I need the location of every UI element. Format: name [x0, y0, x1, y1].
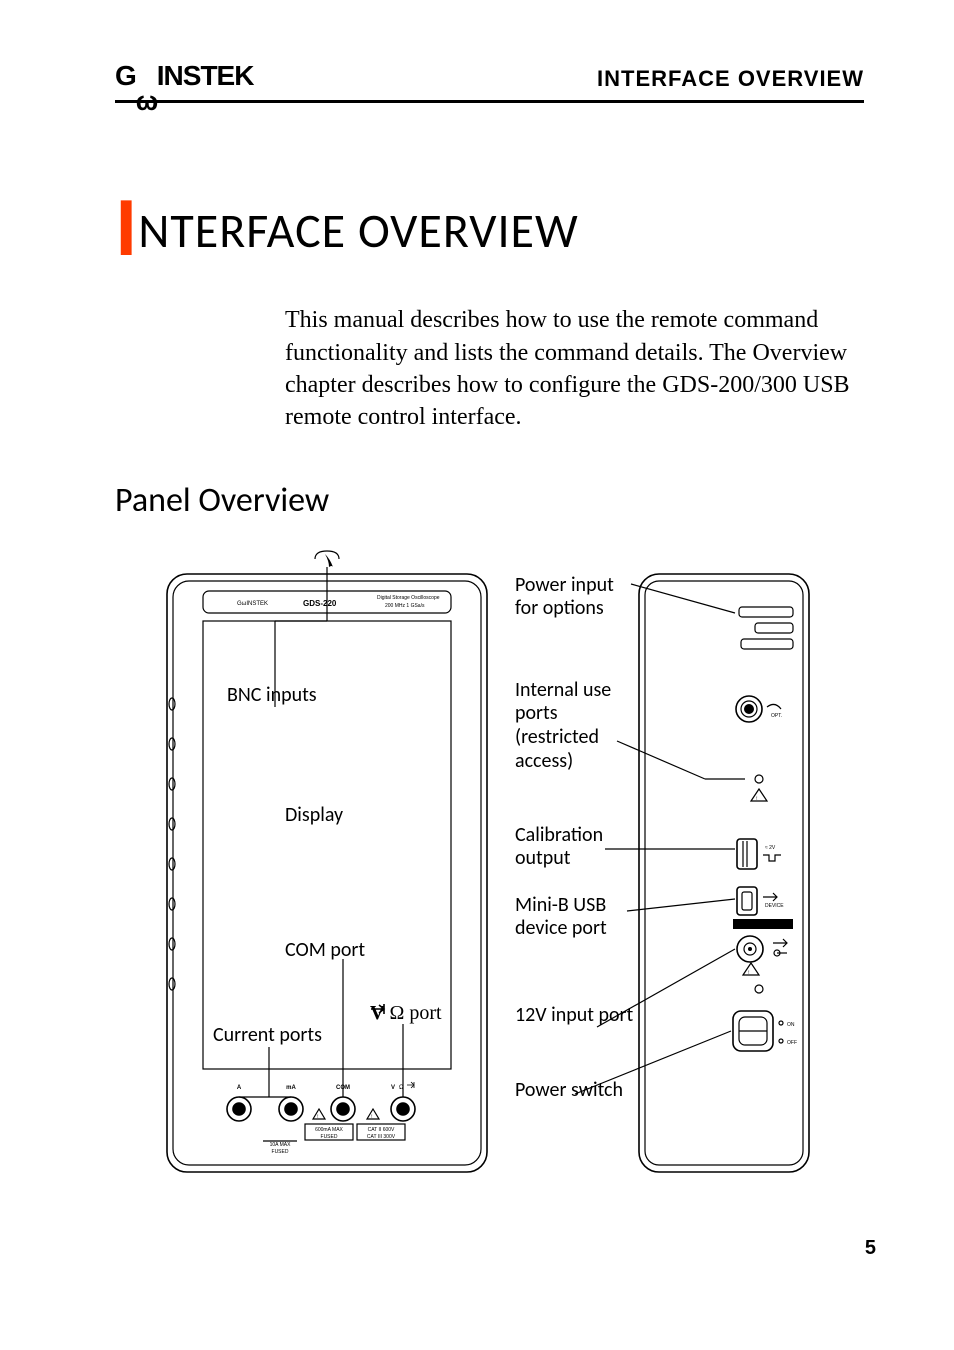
svg-text:CAT III 300V: CAT III 300V — [367, 1134, 396, 1140]
chapter-rest: NTERFACE OVERVIEW — [138, 201, 578, 260]
svg-text:OFF: OFF — [787, 1040, 797, 1046]
svg-text:DC 12V ⎓ /3A: DC 12V ⎓ /3A — [747, 923, 779, 929]
chapter-dropcap: I — [115, 193, 138, 260]
svg-text:A: A — [237, 1085, 242, 1091]
svg-text:mA: mA — [286, 1085, 296, 1091]
svg-text:V: V — [391, 1085, 395, 1091]
panel-overview-diagram: BNC inputs Display COM port Current port… — [145, 549, 865, 1189]
page-number: 5 — [865, 1237, 876, 1260]
svg-text:CAT II 600V: CAT II 600V — [368, 1127, 395, 1133]
svg-text:10A MAX: 10A MAX — [270, 1142, 292, 1148]
svg-text:FUSED: FUSED — [272, 1149, 289, 1155]
svg-text:OPT.: OPT. — [771, 713, 782, 719]
svg-text:≈ 2V: ≈ 2V — [765, 845, 776, 851]
chapter-title: INTERFACE OVERVIEW — [115, 193, 864, 260]
svg-text:FUSED: FUSED — [321, 1134, 338, 1140]
section-title: Panel Overview — [115, 480, 864, 521]
device-spec1: Digital Storage Oscilloscope — [377, 595, 440, 601]
intro-paragraph: This manual describes how to use the rem… — [285, 304, 864, 434]
device-model: GDS-220 — [303, 599, 337, 608]
brand-g: G — [115, 60, 136, 91]
device-illustration: .ol{fill:none;stroke:#000;stroke-width:1… — [145, 549, 865, 1189]
svg-text:DEVICE: DEVICE — [765, 903, 784, 909]
header-title: INTERFACE OVERVIEW — [597, 66, 864, 92]
brand-logo: GωINSTEK — [115, 60, 253, 92]
svg-text:600mA MAX: 600mA MAX — [315, 1127, 343, 1133]
device-spec2: 200 MHz 1 GSa/s — [385, 603, 425, 609]
device-brand: GωINSTEK — [237, 601, 268, 607]
brand-rest: INSTEK — [157, 60, 254, 91]
svg-text:ON: ON — [787, 1022, 795, 1028]
